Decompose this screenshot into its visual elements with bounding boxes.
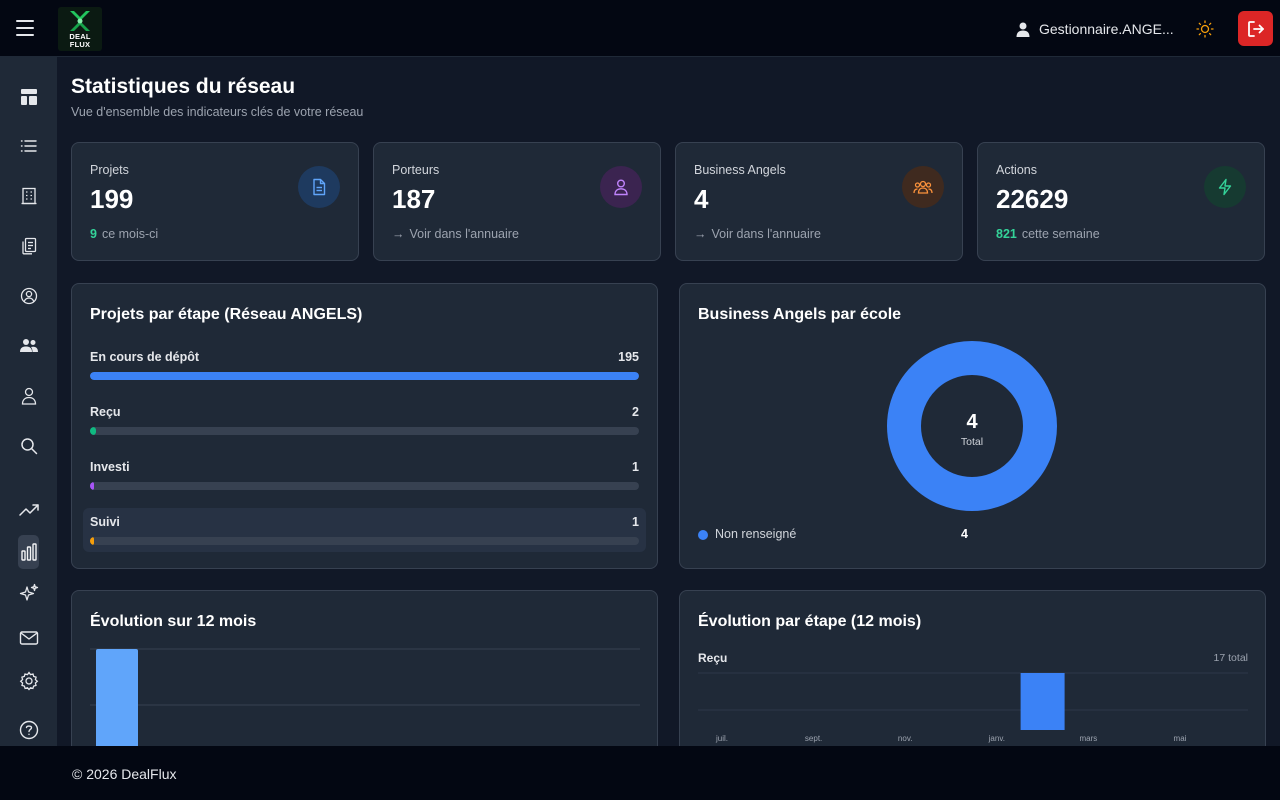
stat-label: Projets — [90, 163, 129, 177]
stage-row[interactable]: En cours de dépôt 195 — [83, 343, 646, 387]
stage-progress-fill — [90, 537, 94, 545]
stage-evolution-bar-chart: juil. sept. nov. janv. mars mai — [698, 672, 1248, 743]
nav-account-icon[interactable] — [17, 284, 40, 307]
user-icon — [600, 166, 642, 208]
nav-sparkles-icon[interactable] — [17, 581, 40, 604]
stage-row[interactable]: Reçu 2 — [83, 398, 646, 442]
stat-card-actions: Actions 22629 821 cette semaine — [977, 142, 1265, 261]
stages-card: Projets par étape (Réseau ANGELS) En cou… — [71, 283, 658, 569]
nav-mail-icon[interactable] — [17, 626, 40, 649]
stage-progress-track — [90, 537, 639, 545]
stat-foot-text: ce mois-ci — [101, 227, 159, 241]
nav-building-icon[interactable] — [17, 184, 40, 207]
stat-label: Porteurs — [392, 163, 440, 177]
directory-link[interactable]: → Voir dans l'annuaire — [694, 227, 821, 241]
stage-name: Investi — [90, 460, 130, 474]
donut-total-value: 4 — [966, 411, 978, 433]
stage-row[interactable]: Investi 1 — [83, 453, 646, 497]
logo-line-2: FLUX — [69, 40, 91, 49]
stat-foot-text: cette semaine — [1021, 227, 1100, 241]
stat-foot-value: 821 — [996, 227, 1017, 241]
legend-value: 4 — [961, 527, 968, 541]
document-icon — [298, 166, 340, 208]
stage-count: 2 — [632, 405, 639, 419]
user-name: Gestionnaire.ANGE... — [1039, 21, 1174, 37]
stat-value: 22629 — [996, 184, 1069, 214]
stat-card-projets: Projets 199 9 ce mois-ci — [71, 142, 359, 261]
theme-toggle-sun-icon[interactable] — [1195, 19, 1215, 39]
x-tick-label: mars — [1080, 734, 1098, 743]
footer-copyright: © 2026 DealFlux — [72, 766, 177, 782]
user-icon — [1016, 22, 1030, 37]
evolution-card: Évolution sur 12 mois — [71, 590, 658, 746]
stage-count: 1 — [632, 515, 639, 529]
x-tick-label: nov. — [898, 734, 913, 743]
x-tick-label: sept. — [805, 734, 822, 743]
stage-progress-track — [90, 482, 639, 490]
stage-count: 1 — [632, 460, 639, 474]
directory-link[interactable]: → Voir dans l'annuaire — [392, 227, 519, 241]
main-content: Statistiques du réseau Vue d'ensemble de… — [57, 57, 1280, 746]
stage-progress-fill — [90, 482, 94, 490]
nav-dashboard-icon[interactable] — [17, 85, 40, 108]
bar-févr.[interactable] — [1020, 673, 1065, 730]
stage-progress-fill — [90, 372, 639, 380]
menu-icon[interactable] — [16, 20, 34, 36]
nav-statistics-icon[interactable] — [18, 535, 39, 569]
dealflux-logo[interactable]: DEAL FLUX — [58, 7, 102, 51]
nav-search-icon[interactable] — [17, 434, 40, 457]
logo-mark-icon — [70, 11, 90, 31]
bar-1[interactable] — [96, 649, 138, 746]
stage-count: 195 — [618, 350, 639, 364]
stat-label: Business Angels — [694, 163, 786, 177]
card-title: Projets par étape (Réseau ANGELS) — [90, 306, 363, 323]
arrow-right-icon: → — [694, 227, 707, 241]
stat-card-business-angels: Business Angels 4 → Voir dans l'annuaire — [675, 142, 963, 261]
stage-name: En cours de dépôt — [90, 350, 200, 364]
nav-help-icon[interactable] — [17, 718, 40, 741]
stage-name: Reçu — [90, 405, 121, 419]
stat-value: 187 — [392, 184, 436, 214]
group-icon — [902, 166, 944, 208]
user-menu[interactable]: Gestionnaire.ANGE... — [1016, 19, 1174, 39]
stage-progress-track — [90, 427, 639, 435]
footer: © 2026 DealFlux — [0, 746, 1280, 800]
school-card: Business Angels par école 4 Total Non re… — [679, 283, 1266, 569]
sidebar — [0, 57, 57, 746]
donut-total-label: Total — [961, 436, 983, 448]
nav-users-icon[interactable] — [17, 334, 40, 357]
stat-value: 199 — [90, 184, 134, 214]
stat-value: 4 — [694, 184, 709, 214]
x-tick-label: juil. — [715, 734, 728, 743]
legend-label: Non renseigné — [715, 527, 797, 541]
bolt-icon — [1204, 166, 1246, 208]
logout-icon — [1247, 20, 1264, 37]
nav-list-icon[interactable] — [17, 134, 40, 157]
x-tick-label: janv. — [988, 734, 1005, 743]
stage-evolution-card: Évolution par étape (12 mois) Reçu 17 to… — [679, 590, 1266, 746]
nav-trending-icon[interactable] — [17, 498, 40, 521]
nav-settings-icon[interactable] — [17, 669, 40, 692]
arrow-right-icon: → — [392, 227, 405, 241]
stat-foot: 821 cette semaine — [996, 227, 1100, 241]
logout-button[interactable] — [1238, 11, 1273, 46]
stage-progress-fill — [90, 427, 96, 435]
evolution-bar-chart — [90, 648, 640, 746]
page-title: Statistiques du réseau — [71, 75, 296, 98]
stat-label: Actions — [996, 163, 1037, 177]
stat-foot-value: 9 — [90, 227, 97, 241]
legend-dot — [698, 530, 708, 540]
stage-row[interactable]: Suivi 1 — [83, 508, 646, 552]
nav-person-icon[interactable] — [17, 384, 40, 407]
stage-name: Suivi — [90, 515, 120, 529]
nav-documents-icon[interactable] — [17, 234, 40, 257]
top-bar: DEAL FLUX Gestionnaire.ANGE... — [0, 0, 1280, 57]
stage-progress-track — [90, 372, 639, 380]
page-subtitle: Vue d'ensemble des indicateurs clés de v… — [71, 105, 364, 119]
stat-foot-text: Voir dans l'annuaire — [409, 227, 519, 241]
stat-foot-text: Voir dans l'annuaire — [711, 227, 821, 241]
stat-foot: 9 ce mois-ci — [90, 227, 158, 241]
stat-card-porteurs: Porteurs 187 → Voir dans l'annuaire — [373, 142, 661, 261]
x-tick-label: mai — [1174, 734, 1187, 743]
